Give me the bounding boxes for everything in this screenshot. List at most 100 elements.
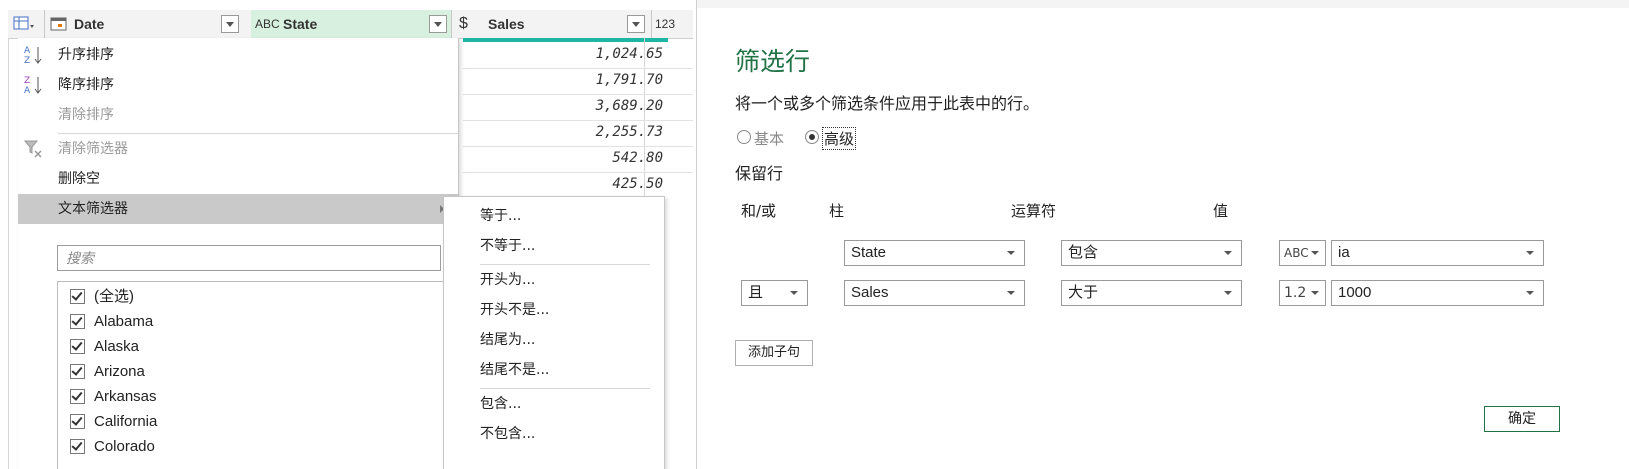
checkbox-checked[interactable] [70, 289, 85, 304]
currency-icon: $ [459, 15, 468, 32]
header-andor: 和/或 [741, 202, 777, 220]
ok-button[interactable]: 确定 [1484, 406, 1560, 432]
dialog-description: 将一个或多个筛选条件应用于此表中的行。 [735, 94, 1040, 113]
clause1-value-type-select[interactable]: ABC [1279, 240, 1326, 266]
submenu-item-not-equals[interactable]: 不等于... [480, 231, 535, 261]
menu-item-clear-sort: 清除排序 [18, 100, 458, 130]
clause2-operator-select[interactable]: 大于 [1061, 280, 1242, 306]
column-header-sales[interactable]: $ Sales [451, 10, 652, 38]
submenu-item-not-ends-with[interactable]: 结尾不是... [480, 355, 549, 385]
filter-value-list: (全选) Alabama Alaska Arizona Arkansas Cal… [57, 281, 445, 469]
sales-cell[interactable]: 542.80 [463, 150, 663, 166]
clause2-value-input[interactable]: 1000 [1331, 280, 1544, 306]
submenu-item-equals[interactable]: 等于... [480, 201, 521, 231]
radio-basic-label[interactable]: 基本 [754, 128, 784, 149]
column-date-dropdown-button[interactable] [221, 15, 239, 33]
list-item-label: Colorado [94, 438, 155, 455]
list-item-label: Arkansas [94, 388, 157, 405]
menu-item-label: 清除排序 [58, 107, 114, 123]
sales-cell[interactable]: 3,689.20 [463, 98, 663, 114]
svg-text:A: A [24, 86, 31, 96]
sort-descending-icon: Z A [24, 76, 42, 96]
header-column: 柱 [829, 202, 845, 220]
filter-rows-dialog: 筛选行 将一个或多个筛选条件应用于此表中的行。 基本 高级 保留行 和/或 柱 … [696, 0, 1629, 469]
chevron-down-icon [1526, 251, 1534, 255]
clause1-operator-select[interactable]: 包含 [1061, 240, 1242, 266]
submenu-item-ends-with[interactable]: 结尾为... [480, 325, 535, 355]
select-value: 1000 [1338, 284, 1372, 301]
table-menu-button[interactable] [8, 10, 45, 38]
dialog-top-strip [697, 0, 1629, 8]
clause1-value-input[interactable]: ia [1331, 240, 1544, 266]
text-type-icon: ABC [1284, 246, 1309, 260]
svg-text:A: A [24, 46, 31, 56]
search-placeholder: 搜索 [66, 251, 94, 267]
keep-rows-label: 保留行 [735, 164, 784, 183]
list-item-label: Arizona [94, 363, 145, 380]
list-item-label: California [94, 413, 158, 430]
column-header-row: Date ABC State $ Sales 123 [8, 10, 693, 39]
column-sales-dropdown-button[interactable] [627, 15, 645, 33]
header-value: 值 [1213, 202, 1229, 220]
clause2-andor-select[interactable]: 且 [741, 280, 808, 306]
column-header-date-label: Date [74, 16, 105, 32]
submenu-item-not-begins-with[interactable]: 开头不是... [480, 295, 549, 325]
clause1-column-select[interactable]: State [844, 240, 1025, 266]
radio-basic[interactable] [737, 130, 751, 144]
select-value: 大于 [1068, 284, 1099, 301]
menu-item-label: 降序排序 [58, 77, 114, 93]
checkbox-checked[interactable] [70, 439, 85, 454]
menu-item-text-filters[interactable]: 文本筛选器 [18, 194, 458, 224]
checkbox-checked[interactable] [70, 389, 85, 404]
chevron-down-icon [1311, 291, 1319, 295]
select-value: ia [1338, 244, 1350, 261]
checkbox-checked[interactable] [70, 339, 85, 354]
dialog-title: 筛选行 [735, 47, 811, 76]
submenu-item-contains[interactable]: 包含... [480, 389, 521, 419]
clause2-column-select[interactable]: Sales [844, 280, 1025, 306]
row-divider [463, 146, 693, 147]
svg-text:Z: Z [24, 76, 30, 86]
row-divider [463, 172, 693, 173]
list-item-label: Alaska [94, 338, 140, 355]
row-divider [463, 120, 693, 121]
menu-item-sort-descending[interactable]: Z A 降序排序 [18, 70, 458, 100]
chevron-down-icon [1224, 251, 1232, 255]
menu-item-sort-ascending[interactable]: A Z 升序排序 [18, 40, 458, 70]
menu-item-label: 清除筛选器 [58, 141, 128, 157]
row-divider [463, 68, 693, 69]
checkbox-checked[interactable] [70, 314, 85, 329]
calendar-icon [50, 17, 67, 31]
chevron-down-icon [1007, 251, 1015, 255]
add-clause-button[interactable]: 添加子句 [735, 340, 813, 366]
sales-cell[interactable]: 2,255.73 [463, 124, 663, 140]
sales-cell[interactable]: 1,791.70 [463, 72, 663, 88]
radio-advanced[interactable] [805, 130, 819, 144]
radio-advanced-label[interactable]: 高级 [822, 127, 857, 150]
clause2-value-type-select[interactable]: 1.2 [1279, 280, 1326, 306]
sales-cell[interactable]: 1,024.65 [463, 46, 663, 62]
column-header-number[interactable]: 123 [651, 10, 693, 38]
select-value: 且 [748, 284, 764, 301]
header-operator: 运算符 [1011, 202, 1057, 220]
filter-search-input[interactable]: 搜索 [57, 245, 441, 271]
list-item-label: Alabama [94, 313, 154, 330]
checkbox-checked[interactable] [70, 414, 85, 429]
submenu-item-begins-with[interactable]: 开头为... [480, 265, 535, 295]
chevron-down-icon [1007, 291, 1015, 295]
select-value: 包含 [1068, 244, 1099, 261]
chevron-down-icon [1311, 251, 1319, 255]
chevron-down-icon [1224, 291, 1232, 295]
column-state-dropdown-button[interactable] [429, 15, 447, 33]
menu-item-remove-empty[interactable]: 删除空 [18, 164, 458, 194]
sales-cell[interactable]: 425.50 [463, 176, 663, 192]
checkbox-checked[interactable] [70, 364, 85, 379]
column-header-state[interactable]: ABC State [251, 10, 452, 38]
list-item-label: (全选) [94, 288, 134, 305]
column-header-date[interactable]: Date [44, 10, 252, 38]
select-value: State [851, 244, 887, 261]
row-divider [463, 94, 693, 95]
select-value: Sales [851, 284, 889, 301]
submenu-item-not-contains[interactable]: 不包含... [480, 419, 535, 449]
menu-item-label: 删除空 [58, 171, 100, 187]
